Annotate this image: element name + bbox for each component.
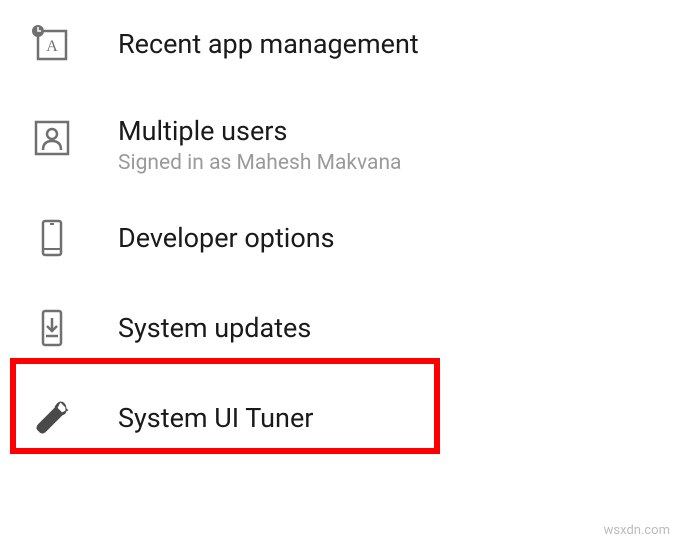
settings-item-title: System UI Tuner	[118, 401, 313, 436]
recent-app-icon: A	[28, 21, 76, 69]
phone-icon	[28, 214, 76, 262]
settings-list: A Recent app management Multiple users S…	[0, 0, 680, 463]
settings-item-title: Multiple users	[118, 114, 401, 149]
settings-item-subtitle: Signed in as Mahesh Makvana	[118, 151, 401, 175]
settings-item-title: Developer options	[118, 221, 335, 256]
wrench-icon	[28, 394, 76, 442]
watermark: wsxdn.com	[604, 523, 670, 538]
settings-item-title: Recent app management	[118, 27, 419, 62]
settings-item-title: System updates	[118, 311, 311, 346]
update-icon	[28, 304, 76, 352]
settings-item-developer-options[interactable]: Developer options	[0, 193, 680, 283]
user-icon	[28, 114, 76, 162]
settings-item-system-updates[interactable]: System updates	[0, 283, 680, 373]
settings-item-system-ui-tuner[interactable]: System UI Tuner	[0, 373, 680, 463]
settings-item-multiple-users[interactable]: Multiple users Signed in as Mahesh Makva…	[0, 90, 680, 193]
svg-text:A: A	[46, 38, 58, 55]
settings-item-recent-app-management[interactable]: A Recent app management	[0, 0, 680, 90]
